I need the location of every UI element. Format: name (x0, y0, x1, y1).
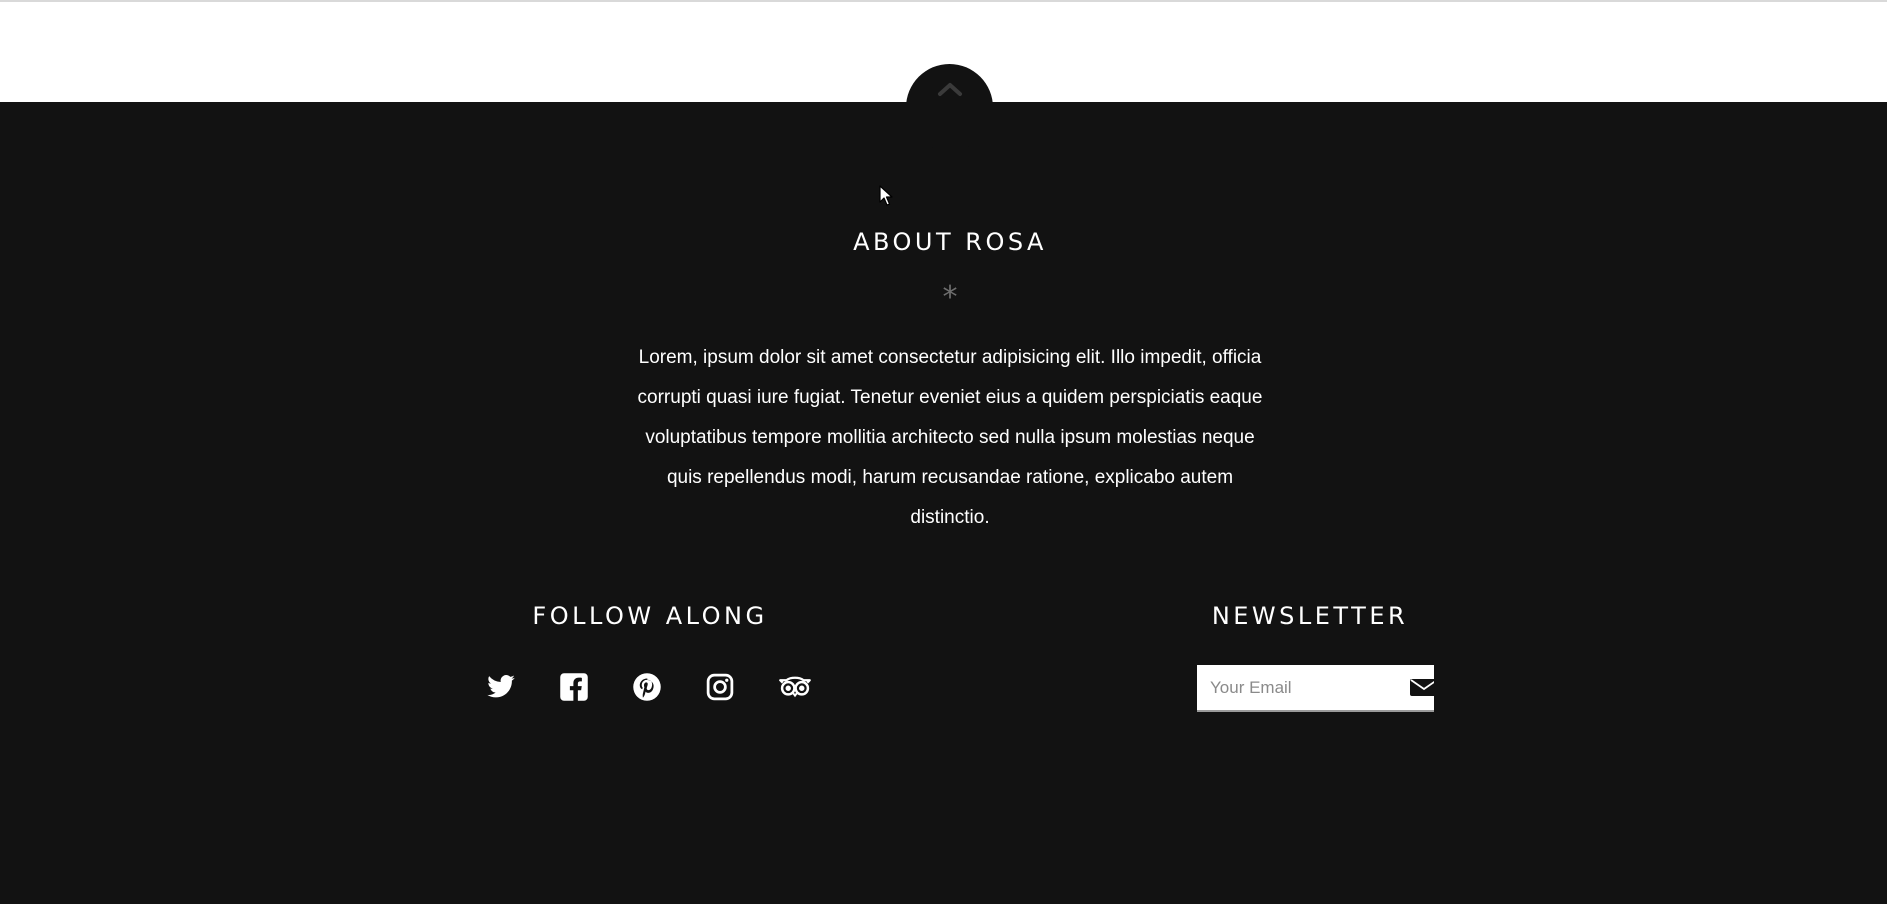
instagram-link[interactable] (705, 672, 735, 702)
instagram-icon (706, 673, 734, 701)
pinterest-link[interactable] (632, 672, 662, 702)
email-input[interactable] (1197, 665, 1397, 710)
twitter-icon (487, 675, 515, 698)
newsletter-submit-button[interactable] (1410, 679, 1434, 696)
tripadvisor-icon (779, 676, 811, 698)
about-title: ABOUT ROSA (853, 228, 1047, 256)
envelope-icon (1410, 679, 1434, 696)
chevron-up-icon (938, 83, 962, 96)
back-to-top-button[interactable] (906, 64, 993, 151)
follow-title: FOLLOW ALONG (532, 602, 768, 630)
mouse-cursor (879, 185, 893, 211)
twitter-link[interactable] (486, 672, 516, 702)
facebook-link[interactable] (559, 672, 589, 702)
pinterest-icon (633, 673, 661, 701)
about-text: Lorem, ipsum dolor sit amet consectetur … (637, 347, 1263, 528)
section-divider: * (942, 280, 958, 315)
newsletter-form (1197, 665, 1434, 712)
facebook-icon (560, 673, 588, 701)
tripadvisor-link[interactable] (779, 672, 811, 702)
newsletter-title: NEWSLETTER (1211, 602, 1409, 630)
